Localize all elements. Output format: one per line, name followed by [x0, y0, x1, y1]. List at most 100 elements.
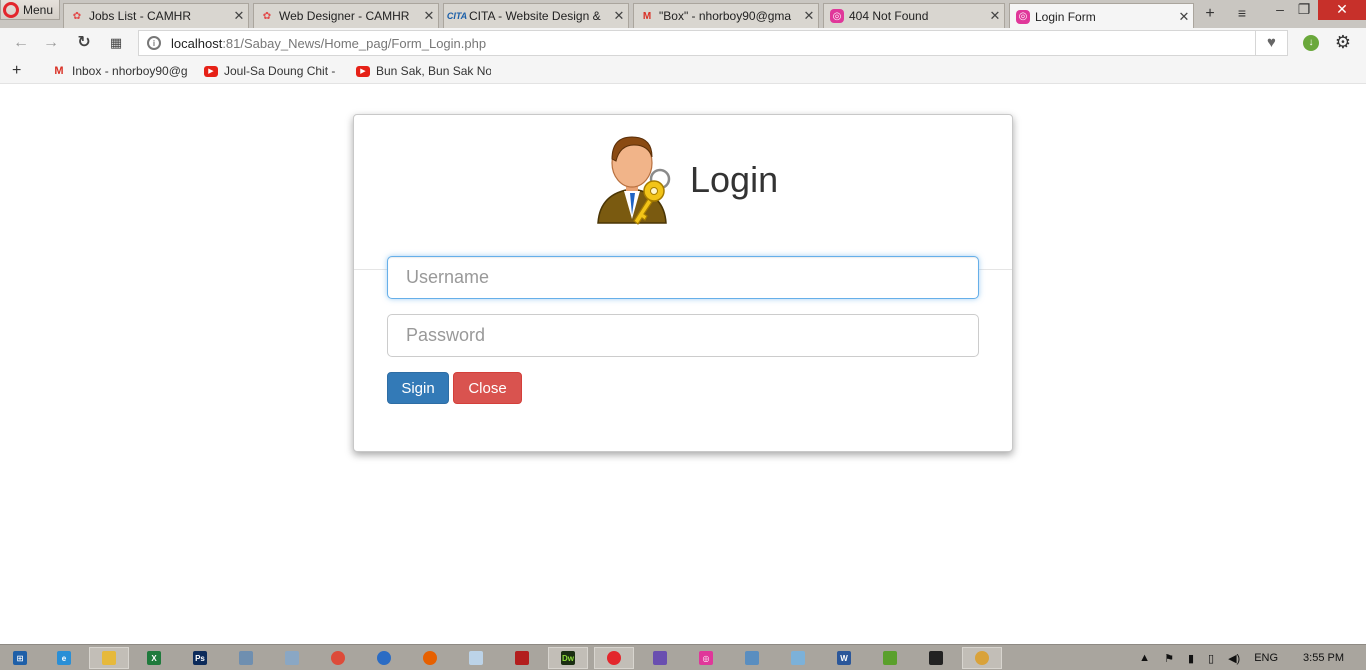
app-icon: [745, 651, 759, 665]
youtube-icon: ▶: [356, 65, 370, 77]
window-app-icon: [285, 651, 299, 665]
username-input[interactable]: [387, 256, 979, 299]
forward-arrow-icon[interactable]: →: [40, 33, 62, 53]
taskbar-opera[interactable]: [594, 647, 634, 669]
taskbar-app[interactable]: [272, 647, 312, 669]
windows-taskbar: ⊞ e X Ps Dw ◎ W ▲ ⚑ ▮ ▯ ◀) ENG 3:55 PM: [0, 644, 1366, 670]
signin-button[interactable]: Sigin: [387, 372, 449, 404]
taskbar-notepad[interactable]: [456, 647, 496, 669]
windows-logo-icon: ⊞: [13, 651, 27, 665]
close-icon[interactable]: ✕: [800, 8, 818, 24]
tab-cita[interactable]: CITA CITA - Website Design & ✕: [443, 3, 629, 28]
taskbar-app-6[interactable]: [870, 647, 910, 669]
tab-menu-icon[interactable]: ≡: [1232, 5, 1252, 25]
camhr-icon: ✿: [72, 10, 82, 22]
system-tray: ▲ ⚑ ▮ ▯ ◀) ENG 3:55 PM: [1132, 645, 1366, 671]
opera-icon: [607, 651, 621, 665]
start-windows-icon[interactable]: ⊞: [0, 647, 40, 669]
add-bookmark-plus-icon[interactable]: +: [12, 62, 21, 80]
bookmark-bun-sak[interactable]: ▶ Bun Sak, Bun Sak Nor: [356, 64, 491, 78]
taskbar-app-7[interactable]: [916, 647, 956, 669]
localhost-icon: ◎: [699, 651, 713, 665]
tray-up-arrow-icon[interactable]: ▲: [1139, 652, 1150, 664]
close-icon[interactable]: ✕: [230, 8, 248, 24]
taskbar-filezilla[interactable]: [502, 647, 542, 669]
taskbar-photoshop[interactable]: Ps: [180, 647, 220, 669]
taskbar-dreamweaver[interactable]: Dw: [548, 647, 588, 669]
gear-icon[interactable]: ⚙: [1333, 32, 1353, 52]
terminal-icon: [929, 651, 943, 665]
opera-logo-icon: [3, 1, 19, 18]
folder-icon: [102, 651, 116, 665]
bookmarks-bar: + M Inbox - nhorboy90@g ▶ Joul-Sa Doung …: [0, 58, 1366, 84]
taskbar-excel[interactable]: X: [134, 647, 174, 669]
address-bar[interactable]: i localhost:81/Sabay_News/Home_pag/Form_…: [138, 30, 1288, 56]
taskbar-firefox[interactable]: [410, 647, 450, 669]
clock[interactable]: 3:55 PM: [1303, 652, 1344, 664]
user-key-icon: [597, 136, 671, 225]
tab-404[interactable]: ◎ 404 Not Found ✕: [823, 3, 1005, 28]
youtube-icon: ▶: [204, 65, 218, 77]
speed-dial-grid-icon[interactable]: ▦: [105, 33, 127, 53]
taskbar-app-4[interactable]: [732, 647, 772, 669]
taskbar-explorer[interactable]: [89, 647, 129, 669]
opera-menu-button[interactable]: Menu: [0, 0, 60, 20]
bookmark-joul-sa[interactable]: ▶ Joul-Sa Doung Chit -: [204, 64, 339, 78]
action-center-flag-icon[interactable]: ⚑: [1164, 652, 1174, 665]
taskbar-localhost[interactable]: ◎: [686, 647, 726, 669]
bookmark-label: Bun Sak, Bun Sak Nor: [376, 64, 491, 78]
localhost-icon: ◎: [1016, 9, 1030, 24]
tab-gmail-box[interactable]: M "Box" - nhorboy90@gma ✕: [633, 3, 819, 28]
firefox-icon: [423, 651, 437, 665]
taskbar-ie[interactable]: e: [44, 647, 84, 669]
url-text[interactable]: localhost:81/Sabay_News/Home_pag/Form_Lo…: [171, 36, 486, 51]
app-icon: [975, 651, 989, 665]
taskbar-app-8[interactable]: [962, 647, 1002, 669]
password-input[interactable]: [387, 314, 979, 357]
volume-icon[interactable]: ◀): [1228, 652, 1240, 665]
back-arrow-icon[interactable]: ←: [10, 33, 32, 53]
site-info-icon[interactable]: i: [147, 36, 161, 50]
taskbar-app-3[interactable]: [640, 647, 680, 669]
browser-toolbar: ← → ↻ ▦ i localhost:81/Sabay_News/Home_p…: [0, 28, 1366, 58]
tab-title: "Box" - nhorboy90@gma: [659, 9, 792, 23]
signal-bars-icon[interactable]: ▮: [1188, 652, 1194, 665]
restore-icon[interactable]: ❐: [1290, 0, 1318, 20]
tab-title: 404 Not Found: [849, 9, 929, 23]
gmail-icon: M: [54, 64, 64, 77]
url-host: localhost: [171, 35, 223, 51]
close-icon[interactable]: ✕: [420, 8, 438, 24]
close-icon[interactable]: ✕: [610, 8, 628, 24]
camhr-icon: ✿: [262, 10, 272, 22]
calculator-icon: [239, 651, 253, 665]
new-tab-plus-icon[interactable]: +: [1200, 4, 1220, 24]
internet-explorer-icon: e: [57, 651, 71, 665]
window-close-icon[interactable]: ✕: [1318, 0, 1366, 20]
download-icon[interactable]: ↓: [1303, 35, 1319, 51]
battery-icon[interactable]: ▯: [1208, 652, 1214, 665]
tab-title: Jobs List - CAMHR: [89, 9, 192, 23]
tab-title: Web Designer - CAMHR: [279, 9, 410, 23]
taskbar-app-2[interactable]: [364, 647, 404, 669]
app-icon: [791, 651, 805, 665]
heart-bookmark-icon[interactable]: ♥: [1255, 31, 1287, 55]
tab-web-designer[interactable]: ✿ Web Designer - CAMHR ✕: [253, 3, 439, 28]
taskbar-app-5[interactable]: [778, 647, 818, 669]
app-icon: [653, 651, 667, 665]
gmail-icon: M: [642, 10, 652, 22]
language-indicator[interactable]: ENG: [1254, 652, 1278, 664]
filezilla-icon: [515, 651, 529, 665]
taskbar-word[interactable]: W: [824, 647, 864, 669]
taskbar-calculator[interactable]: [226, 647, 266, 669]
close-button[interactable]: Close: [453, 372, 522, 404]
close-icon[interactable]: ✕: [986, 8, 1004, 24]
tab-login-form[interactable]: ◎ Login Form ✕: [1009, 3, 1194, 29]
excel-icon: X: [147, 651, 161, 665]
taskbar-chrome[interactable]: [318, 647, 358, 669]
close-icon[interactable]: ✕: [1175, 9, 1193, 25]
tab-jobs-list[interactable]: ✿ Jobs List - CAMHR ✕: [63, 3, 249, 28]
chrome-icon: [331, 651, 345, 665]
bookmark-inbox[interactable]: M Inbox - nhorboy90@g: [52, 64, 187, 78]
reload-icon[interactable]: ↻: [73, 33, 95, 53]
tab-title: CITA - Website Design &: [469, 9, 601, 23]
